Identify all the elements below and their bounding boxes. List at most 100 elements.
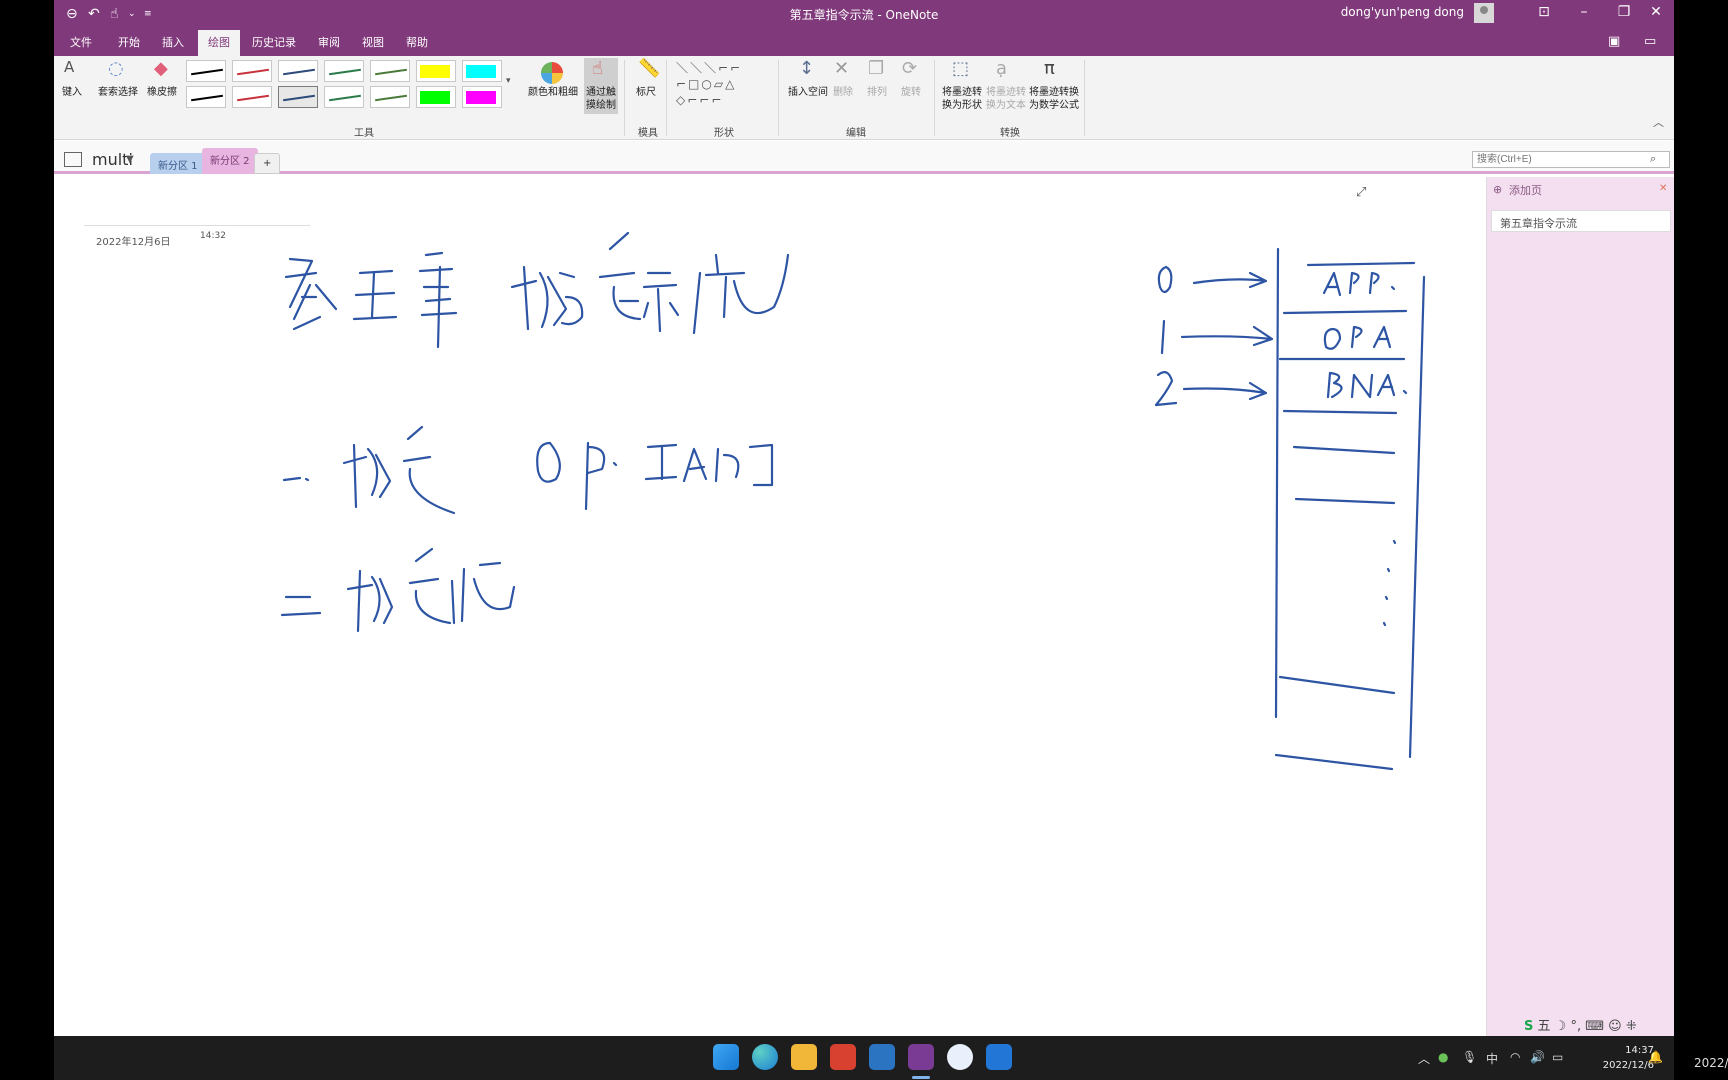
wifi-icon[interactable]: ◠ bbox=[1510, 1050, 1520, 1064]
page-view-icon[interactable]: ▣ bbox=[1608, 34, 1620, 49]
tray-app-icon[interactable]: ● bbox=[1438, 1050, 1448, 1064]
tab-review[interactable]: 审阅 bbox=[318, 34, 340, 50]
ink-to-shape-icon[interactable]: ⬚ bbox=[952, 58, 969, 79]
delete-icon[interactable]: ✕ bbox=[834, 58, 849, 79]
ink-to-shape-label[interactable]: 将墨迹转换为形状 bbox=[940, 86, 984, 112]
ruler-label[interactable]: 标尺 bbox=[632, 86, 660, 99]
lasso-label[interactable]: 套索选择 bbox=[96, 86, 140, 99]
highlighter-yellow[interactable] bbox=[416, 60, 456, 82]
eraser-label[interactable]: 橡皮擦 bbox=[142, 86, 182, 99]
close-icon[interactable]: ✕ bbox=[1646, 4, 1666, 20]
ime-toolbar: S 五 ☽ °, ⌨ ☺ ⁜ bbox=[1524, 1015, 1637, 1034]
notification-icon[interactable]: 🔔 bbox=[1648, 1050, 1663, 1064]
tab-insert[interactable]: 插入 bbox=[162, 34, 184, 50]
avatar[interactable] bbox=[1474, 3, 1494, 23]
touch-draw-icon: ☝ bbox=[592, 58, 603, 79]
pen-blue[interactable] bbox=[278, 60, 318, 82]
ink-label-opa bbox=[1323, 325, 1392, 350]
microphone-icon[interactable]: 🎙 bbox=[1462, 1050, 1477, 1064]
windows-start-icon[interactable] bbox=[713, 1044, 739, 1070]
onenote-icon[interactable] bbox=[908, 1044, 934, 1070]
ink-to-text-icon[interactable]: ạ bbox=[996, 58, 1007, 79]
ime-punct-icon[interactable]: °, bbox=[1570, 1019, 1581, 1034]
whiteboard-icon[interactable] bbox=[986, 1044, 1012, 1070]
tab-help[interactable]: 帮助 bbox=[406, 34, 428, 50]
battery-icon[interactable]: ▭ bbox=[1552, 1050, 1563, 1064]
tab-draw[interactable]: 绘图 bbox=[198, 30, 240, 56]
eraser-icon[interactable]: ◆ bbox=[154, 58, 168, 79]
ime-logo-icon[interactable]: S bbox=[1524, 1019, 1533, 1034]
rotate-label[interactable]: 旋转 bbox=[896, 86, 926, 99]
collapse-ribbon-icon[interactable]: ︿ bbox=[1653, 114, 1664, 130]
ime-grid-icon[interactable]: ⁜ bbox=[1626, 1019, 1637, 1034]
insert-space-label[interactable]: 插入空间 bbox=[784, 86, 832, 99]
page-canvas[interactable]: ⤢ 2022年12月6日 14:32 bbox=[54, 177, 1486, 1036]
comment-icon[interactable]: ▭ bbox=[1644, 34, 1656, 49]
search-input[interactable] bbox=[1472, 151, 1670, 168]
convert-group-label: 转换 bbox=[1000, 128, 1020, 139]
tab-file[interactable]: 文件 bbox=[70, 34, 92, 50]
ink-to-math-icon[interactable]: π bbox=[1044, 58, 1055, 79]
add-page-button[interactable]: 添加页 bbox=[1509, 182, 1542, 198]
highlight-swatch bbox=[466, 91, 496, 104]
input-lang[interactable]: 中 bbox=[1486, 1050, 1498, 1067]
ime-moon-icon[interactable]: ☽ bbox=[1555, 1019, 1567, 1034]
ime-keyboard-icon[interactable]: ⌨ bbox=[1585, 1019, 1604, 1034]
feishu-icon[interactable] bbox=[947, 1044, 973, 1070]
add-page-icon[interactable]: ⊕ bbox=[1493, 183, 1502, 196]
lasso-icon[interactable]: ◌ bbox=[108, 58, 124, 79]
pen-black[interactable] bbox=[186, 60, 226, 82]
arrange-icon[interactable]: ❐ bbox=[868, 58, 884, 79]
color-thickness-label[interactable]: 颜色和粗细 bbox=[526, 86, 580, 99]
restore-icon[interactable]: ❐ bbox=[1614, 4, 1634, 20]
pen-olive-2[interactable] bbox=[370, 86, 410, 108]
file-explorer-icon[interactable] bbox=[791, 1044, 817, 1070]
search-icon[interactable]: ⌕ bbox=[1650, 152, 1656, 166]
arrange-label[interactable]: 排列 bbox=[862, 86, 892, 99]
pen-red-2[interactable] bbox=[232, 86, 272, 108]
ribbon-display-icon[interactable]: ⊡ bbox=[1534, 4, 1554, 20]
tab-history[interactable]: 历史记录 bbox=[252, 34, 296, 50]
pen-green-2[interactable] bbox=[324, 86, 364, 108]
section-tab-2[interactable]: 新分区 2 bbox=[202, 148, 258, 174]
office-icon[interactable] bbox=[830, 1044, 856, 1070]
add-section-button[interactable]: + bbox=[254, 153, 281, 174]
ime-user-icon[interactable]: ☺ bbox=[1608, 1019, 1622, 1034]
pen-black-2[interactable] bbox=[186, 86, 226, 108]
ink-title-char-1 bbox=[284, 257, 338, 331]
rotate-icon[interactable]: ⟳ bbox=[902, 58, 917, 79]
notebook-icon[interactable] bbox=[64, 152, 82, 167]
pen-blue-selected[interactable] bbox=[278, 86, 318, 108]
section-tab-1[interactable]: 新分区 1 bbox=[150, 153, 206, 174]
pen-gallery-more-icon[interactable]: ▾ bbox=[506, 76, 511, 86]
pen-green[interactable] bbox=[324, 60, 364, 82]
highlighter-magenta[interactable] bbox=[462, 86, 502, 108]
highlighter-cyan[interactable] bbox=[462, 60, 502, 82]
insert-space-icon[interactable]: ↕ bbox=[799, 58, 814, 79]
delete-label[interactable]: 删除 bbox=[828, 86, 858, 99]
tray-expand-icon[interactable]: ︿ bbox=[1418, 1050, 1430, 1067]
color-wheel-icon[interactable] bbox=[541, 62, 563, 84]
ink-to-text-label[interactable]: 将墨迹转换为文本 bbox=[984, 86, 1028, 112]
tab-view[interactable]: 视图 bbox=[362, 34, 384, 50]
clock[interactable]: 14:37 2022/12/6 bbox=[1603, 1043, 1654, 1073]
minimize-icon[interactable]: – bbox=[1574, 4, 1594, 20]
touch-draw-label: 通过触摸绘制 bbox=[586, 87, 616, 111]
type-text-icon[interactable]: A bbox=[64, 58, 74, 76]
tab-home[interactable]: 开始 bbox=[118, 34, 140, 50]
pane-close-icon[interactable]: ✕ bbox=[1659, 183, 1667, 194]
ime-mode[interactable]: 五 bbox=[1538, 1019, 1551, 1034]
user-name[interactable]: dong'yun'peng dong bbox=[1341, 5, 1464, 19]
edge-browser-icon[interactable] bbox=[752, 1044, 778, 1070]
page-list-item[interactable]: 第五章指令示流 bbox=[1491, 210, 1671, 232]
chevron-down-icon[interactable]: ▼ bbox=[126, 154, 134, 165]
pen-olive[interactable] bbox=[370, 60, 410, 82]
ruler-icon[interactable]: 📏 bbox=[638, 58, 660, 79]
pen-red[interactable] bbox=[232, 60, 272, 82]
mail-icon[interactable] bbox=[869, 1044, 895, 1070]
highlighter-green[interactable] bbox=[416, 86, 456, 108]
type-label[interactable]: 键入 bbox=[56, 86, 88, 99]
shapes-gallery[interactable]: ＼＼＼⌐⌐ ⌐□○▱△ ◇⌐⌐⌐ bbox=[676, 60, 768, 108]
ink-to-math-label[interactable]: 将墨迹转换为数学公式 bbox=[1028, 86, 1080, 112]
volume-icon[interactable]: 🔊 bbox=[1530, 1050, 1545, 1064]
